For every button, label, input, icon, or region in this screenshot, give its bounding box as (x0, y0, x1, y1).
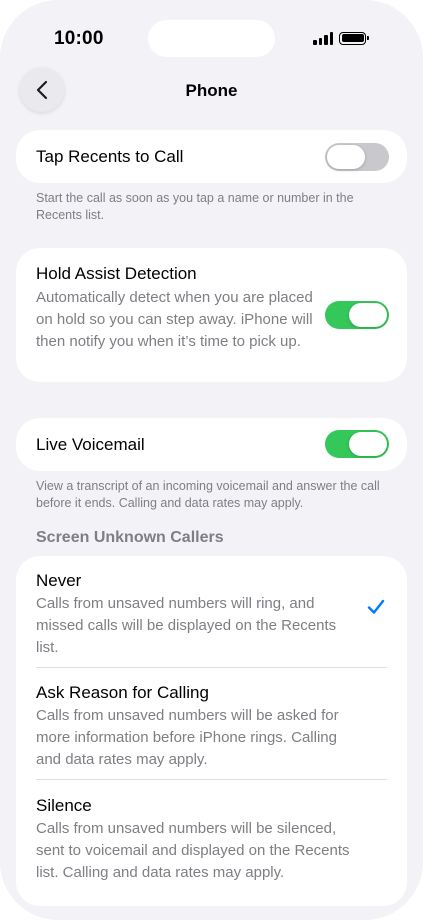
hold-assist-description: Automatically detect when you are placed… (36, 289, 313, 350)
option-ask-reason-label: Ask Reason for Calling (36, 683, 209, 702)
live-voicemail-toggle[interactable] (325, 430, 389, 458)
status-icons (313, 30, 369, 46)
option-never[interactable]: Never Calls from unsaved numbers will ri… (36, 571, 386, 659)
option-divider (36, 667, 387, 668)
option-silence[interactable]: Silence Calls from unsaved numbers will … (36, 796, 386, 884)
checkmark-icon (367, 599, 385, 614)
option-ask-reason[interactable]: Ask Reason for Calling Calls from unsave… (36, 683, 386, 771)
page-title: Phone (185, 81, 238, 100)
tap-recents-toggle[interactable] (325, 143, 389, 171)
cellular-signal-icon (313, 31, 333, 45)
dynamic-island (148, 20, 275, 57)
live-voicemail-label: Live Voicemail (36, 435, 145, 454)
option-never-label: Never (36, 571, 82, 590)
tap-recents-footnote: Start the call as soon as you tap a name… (36, 191, 354, 222)
hold-assist-card: Hold Assist Detection Automatically dete… (16, 248, 407, 382)
screen-unknown-header: Screen Unknown Callers (36, 529, 224, 546)
option-silence-description: Calls from unsaved numbers will be silen… (36, 820, 350, 881)
phone-screen: 10:00 Phone Tap Recents to Call Start th… (0, 0, 423, 920)
hold-assist-label: Hold Assist Detection (36, 264, 197, 283)
option-ask-reason-description: Calls from unsaved numbers will be asked… (36, 707, 339, 768)
screen-unknown-card: Never Calls from unsaved numbers will ri… (16, 556, 407, 906)
hold-assist-toggle[interactable] (325, 301, 389, 329)
option-silence-label: Silence (36, 796, 92, 815)
battery-icon (339, 31, 369, 45)
live-voicemail-footnote: View a transcript of an incoming voicema… (36, 479, 380, 510)
tap-recents-card: Tap Recents to Call (16, 130, 407, 183)
live-voicemail-card: Live Voicemail (16, 418, 407, 471)
option-never-description: Calls from unsaved numbers will ring, an… (36, 595, 337, 656)
status-time: 10:00 (54, 28, 104, 49)
option-divider (36, 779, 387, 780)
tap-recents-label: Tap Recents to Call (36, 147, 184, 166)
